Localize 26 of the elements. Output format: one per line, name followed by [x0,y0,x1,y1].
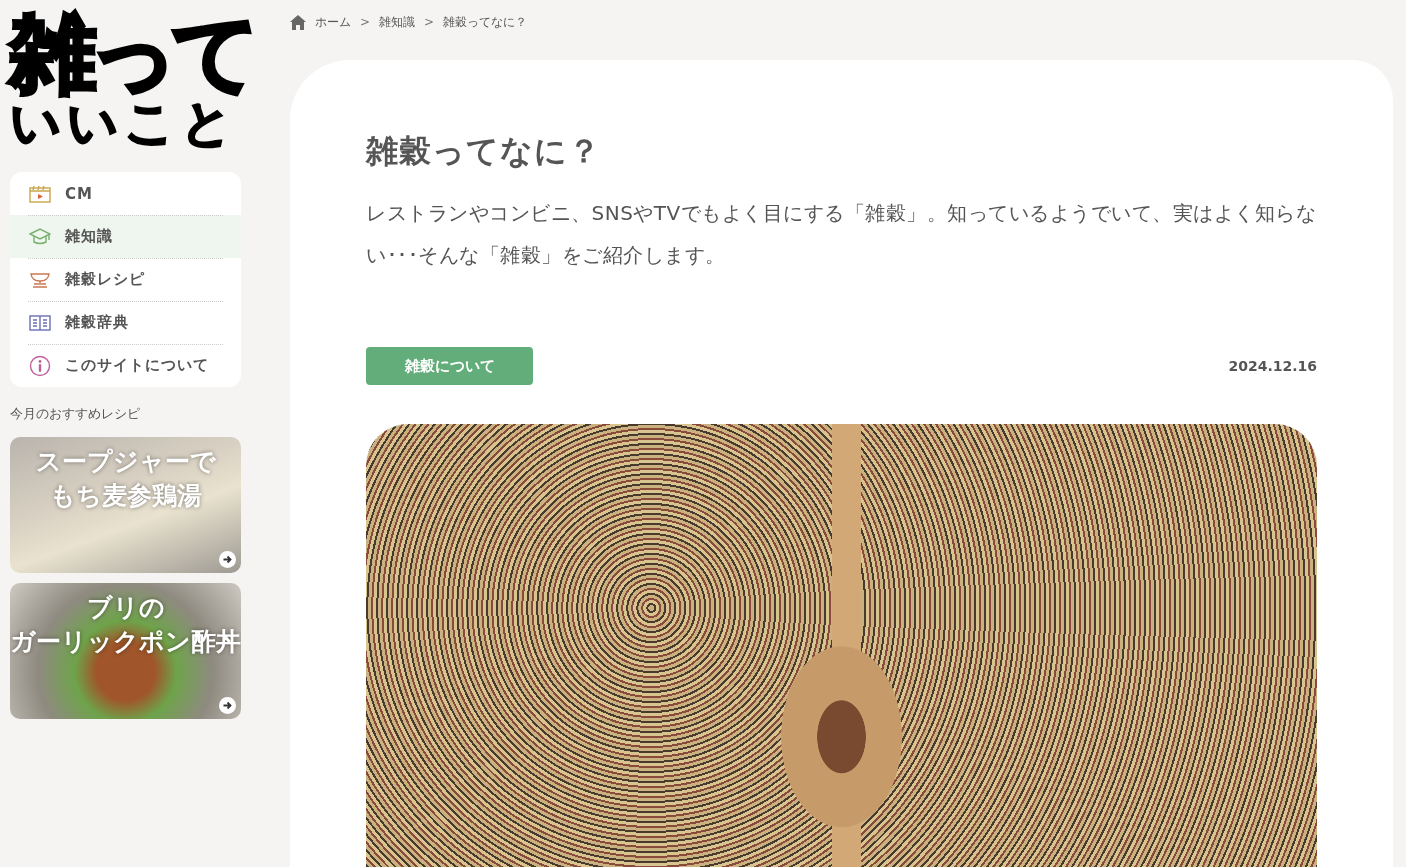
nav-item[interactable]: 雑穀辞典 [10,301,241,344]
logo-text[interactable]: いいこと [10,98,238,148]
arrow-right-icon [219,697,236,714]
nav-item[interactable]: 雑知識 [10,215,241,258]
breadcrumb-link[interactable]: 雑知識 [379,13,416,31]
nav-item[interactable]: CM [10,172,241,215]
section-heading: 今月のおすすめレシピ [10,405,141,423]
breadcrumb-separator: > [360,15,371,29]
logo-text[interactable]: 雑って [10,10,254,96]
home-icon[interactable] [290,14,306,30]
recipe-banner[interactable]: ブリの ガーリックポン酢丼 [10,583,241,719]
nav-item[interactable]: 雑穀レシピ [10,258,241,301]
article-title: 雑穀ってなに？ [366,131,602,172]
banner-title: ブリの ガーリックポン酢丼 [10,592,241,658]
breadcrumb-separator: > [424,15,435,29]
graduation-cap-icon [29,227,51,246]
clapperboard-icon [29,184,51,203]
article-lead: レストランやコンビニ、SNSやTVでもよく目にする「雑穀」。知っているようでいて、実はよく知らない･･･そんな「雑穀」をご紹介します。 [366,200,1317,269]
arrow-right-icon [219,551,236,568]
bowl-icon [29,270,51,289]
open-book-icon [29,313,51,332]
post-date: 2024.12.16 [1228,358,1317,374]
banner-title: スープジャーで もち麦参鶏湯 [35,446,216,512]
info-icon [29,354,51,377]
nav-item[interactable]: このサイトについて [10,344,241,387]
breadcrumb-link[interactable]: ホーム [315,13,351,31]
